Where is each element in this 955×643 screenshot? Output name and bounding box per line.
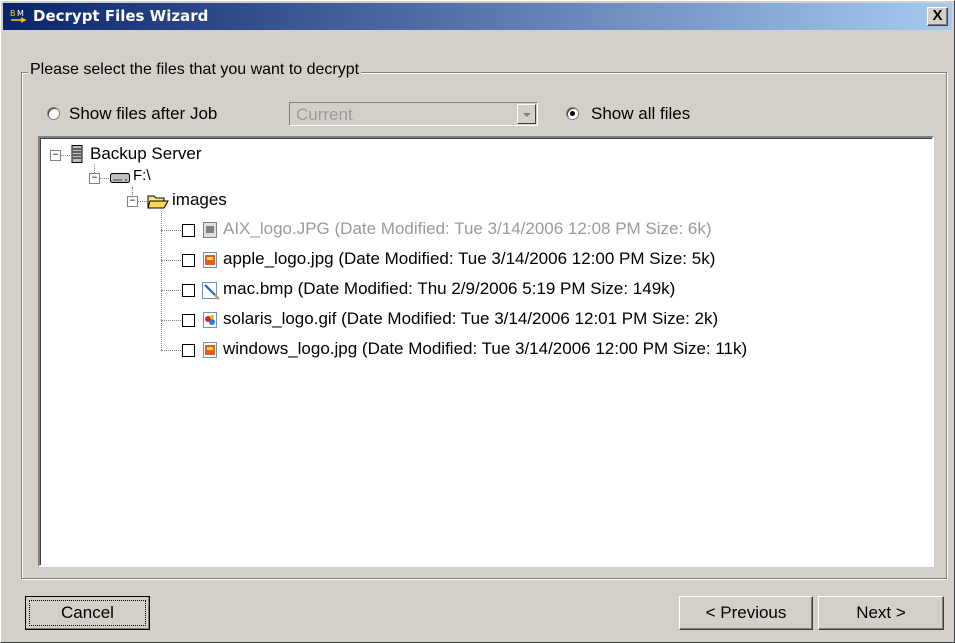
svg-text:M: M bbox=[17, 9, 24, 18]
previous-button[interactable]: < Previous bbox=[679, 596, 813, 630]
file-tree[interactable]: − Backup Server − F:\ − images AIX_logo.… bbox=[38, 136, 934, 567]
folder-open-icon bbox=[147, 195, 169, 209]
svg-text:B: B bbox=[10, 9, 16, 18]
job-select-value: Current bbox=[296, 105, 353, 124]
file-label[interactable]: AIX_logo.JPG (Date Modified: Tue 3/14/20… bbox=[223, 219, 712, 239]
image-file-icon bbox=[203, 222, 217, 238]
tree-connector bbox=[161, 290, 181, 291]
tree-connector bbox=[161, 320, 181, 321]
filter-options: Show files after Job Current Show all fi… bbox=[47, 102, 927, 128]
show-all-files-radio[interactable] bbox=[566, 107, 579, 120]
collapse-server-toggle[interactable]: − bbox=[50, 150, 61, 161]
drive-icon bbox=[110, 173, 130, 183]
file-checkbox[interactable] bbox=[182, 314, 195, 327]
tree-connector bbox=[161, 230, 181, 231]
close-button[interactable]: X bbox=[927, 7, 948, 26]
server-icon bbox=[71, 145, 83, 163]
server-node-label[interactable]: Backup Server bbox=[90, 144, 202, 164]
file-label[interactable]: apple_logo.jpg (Date Modified: Tue 3/14/… bbox=[223, 249, 715, 269]
folder-node-label[interactable]: images bbox=[172, 190, 227, 210]
file-label[interactable]: mac.bmp (Date Modified: Thu 2/9/2006 5:1… bbox=[223, 279, 675, 299]
jpg-file-icon bbox=[203, 342, 217, 358]
file-checkbox[interactable] bbox=[182, 344, 195, 357]
file-checkbox[interactable] bbox=[182, 224, 195, 237]
collapse-drive-toggle[interactable]: − bbox=[89, 173, 100, 184]
file-checkbox[interactable] bbox=[182, 254, 195, 267]
wizard-window: B M Decrypt Files Wizard X Please select… bbox=[0, 0, 955, 643]
file-checkbox[interactable] bbox=[182, 284, 195, 297]
bmp-file-icon bbox=[202, 282, 220, 300]
jpg-file-icon bbox=[203, 252, 217, 268]
chevron-down-icon[interactable] bbox=[517, 104, 536, 124]
collapse-folder-toggle[interactable]: − bbox=[127, 196, 138, 207]
file-label[interactable]: windows_logo.jpg (Date Modified: Tue 3/1… bbox=[223, 339, 747, 359]
cancel-button[interactable]: Cancel bbox=[25, 596, 150, 630]
tree-connector bbox=[138, 201, 147, 202]
app-icon: B M bbox=[9, 7, 27, 25]
gif-file-icon bbox=[203, 312, 217, 328]
tree-connector bbox=[100, 178, 109, 179]
show-all-files-label[interactable]: Show all files bbox=[591, 104, 690, 124]
drive-node-label[interactable]: F:\ bbox=[133, 167, 151, 184]
group-legend: Please select the files that you want to… bbox=[28, 61, 362, 79]
tree-connector bbox=[61, 155, 70, 156]
next-button[interactable]: Next > bbox=[818, 596, 944, 630]
window-title: Decrypt Files Wizard bbox=[33, 7, 209, 25]
title-bar: B M Decrypt Files Wizard X bbox=[3, 3, 952, 30]
file-label[interactable]: solaris_logo.gif (Date Modified: Tue 3/1… bbox=[223, 309, 718, 329]
job-select[interactable]: Current bbox=[289, 102, 538, 126]
show-after-job-radio[interactable] bbox=[47, 107, 60, 120]
close-icon: X bbox=[932, 7, 943, 24]
tree-connector bbox=[161, 211, 162, 350]
tree-connector bbox=[161, 260, 181, 261]
tree-connector bbox=[161, 350, 181, 351]
show-after-job-label[interactable]: Show files after Job bbox=[69, 104, 217, 124]
